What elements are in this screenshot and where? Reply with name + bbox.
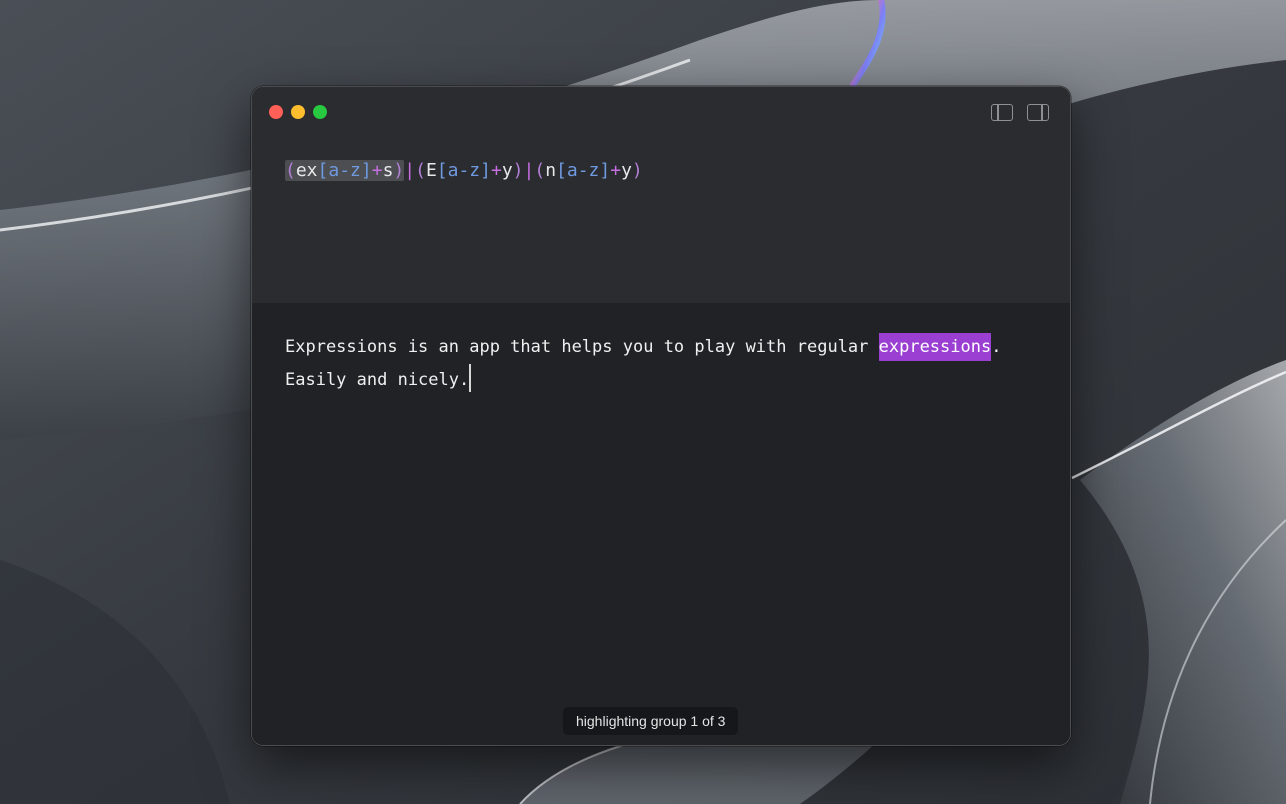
regex-group-2: (E[a-z]+y)	[415, 160, 523, 181]
regex-quantifier: +	[371, 160, 383, 181]
regex-quantifier: +	[610, 160, 622, 181]
close-button[interactable]	[269, 105, 283, 119]
sidebar-left-icon[interactable]	[991, 104, 1013, 121]
status-badge: highlighting group 1 of 3	[563, 707, 739, 735]
sample-text: .	[991, 337, 1002, 357]
regex-char-class: [a-z]	[556, 160, 611, 181]
regex-alternation: |	[404, 160, 416, 181]
minimize-button[interactable]	[291, 105, 305, 119]
text-cursor	[469, 364, 471, 392]
zoom-button[interactable]	[313, 105, 327, 119]
sidebar-right-icon[interactable]	[1027, 104, 1049, 121]
regex-paren: )	[393, 160, 405, 181]
regex-input[interactable]: (ex[a-z]+s)|(E[a-z]+y)|(n[a-z]+y)	[285, 159, 643, 183]
regex-literal: y	[501, 160, 513, 181]
app-window: (ex[a-z]+s)|(E[a-z]+y)|(n[a-z]+y) Expres…	[251, 86, 1071, 746]
regex-literal: E	[425, 160, 437, 181]
regex-alternation: |	[523, 160, 535, 181]
sample-text: Easily and nicely.	[285, 370, 470, 390]
regex-editor-pane[interactable]	[252, 87, 1070, 303]
window-controls	[269, 105, 327, 119]
regex-paren: (	[415, 160, 426, 181]
regex-literal: y	[621, 160, 632, 181]
regex-paren: )	[512, 160, 524, 181]
sample-text-input[interactable]: Expressions is an app that helps you to …	[285, 331, 1045, 397]
match-highlight: expressions	[878, 333, 992, 361]
sidebar-right-icon-bar	[1041, 105, 1043, 120]
regex-paren: (	[285, 160, 296, 181]
regex-quantifier: +	[490, 160, 502, 181]
regex-paren: )	[631, 160, 643, 181]
regex-paren: (	[534, 160, 546, 181]
regex-group-1: (ex[a-z]+s)	[285, 160, 405, 181]
sidebar-left-icon-bar	[997, 105, 999, 120]
sample-text: Expressions is an app that helps you to …	[285, 337, 879, 357]
regex-char-class: [a-z]	[436, 160, 491, 181]
regex-literal: ex	[295, 160, 318, 181]
regex-group-3: (n[a-z]+y)	[534, 160, 642, 181]
regex-literal: s	[382, 160, 394, 181]
regex-literal: n	[545, 160, 557, 181]
regex-char-class: [a-z]	[317, 160, 372, 181]
